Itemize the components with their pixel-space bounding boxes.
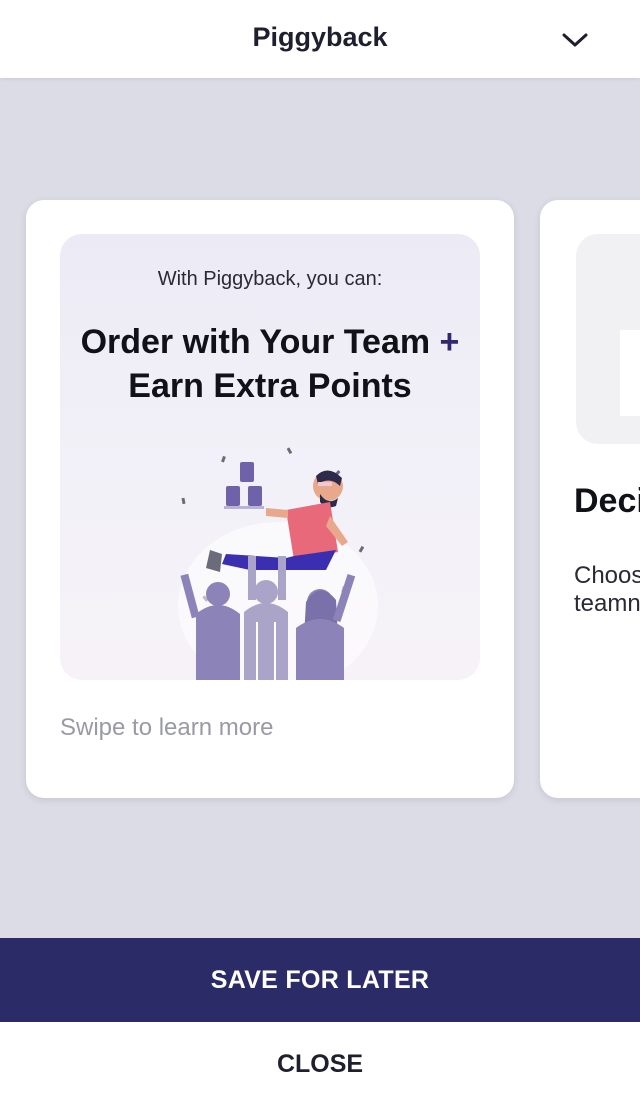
page-title: Piggyback	[252, 22, 388, 52]
swipe-hint: Swipe to learn more	[60, 714, 274, 741]
team-celebration-illustration	[178, 447, 378, 680]
headline-line-2: Earn Extra Points	[128, 367, 412, 405]
card-subtitle: With Piggyback, you can:	[157, 268, 383, 290]
plus-icon: +	[439, 323, 460, 361]
body-line-1: Choos	[574, 562, 640, 589]
headline-line-1: Order with Your Team	[80, 323, 431, 361]
card-body-text: Choos teamn	[574, 562, 640, 618]
card-headline: Deci	[574, 482, 640, 520]
card-hero-panel: With Piggyback, you can: Order with Your…	[60, 234, 480, 680]
illustration-placeholder	[620, 330, 640, 416]
onboarding-card-next[interactable]: Deci Choos teamn	[540, 200, 640, 798]
chevron-down-icon[interactable]	[560, 28, 590, 52]
close-button[interactable]: CLOSE	[0, 1022, 640, 1107]
header: Piggyback	[0, 0, 640, 78]
onboarding-card[interactable]: With Piggyback, you can: Order with Your…	[26, 200, 514, 798]
save-for-later-button[interactable]: SAVE FOR LATER	[0, 938, 640, 1022]
body-line-2: teamn	[574, 590, 640, 617]
card-headline: Order with Your Team + Earn Extra Points	[60, 320, 480, 408]
card-hero-panel	[576, 234, 640, 444]
onboarding-carousel[interactable]: With Piggyback, you can: Order with Your…	[0, 78, 640, 938]
